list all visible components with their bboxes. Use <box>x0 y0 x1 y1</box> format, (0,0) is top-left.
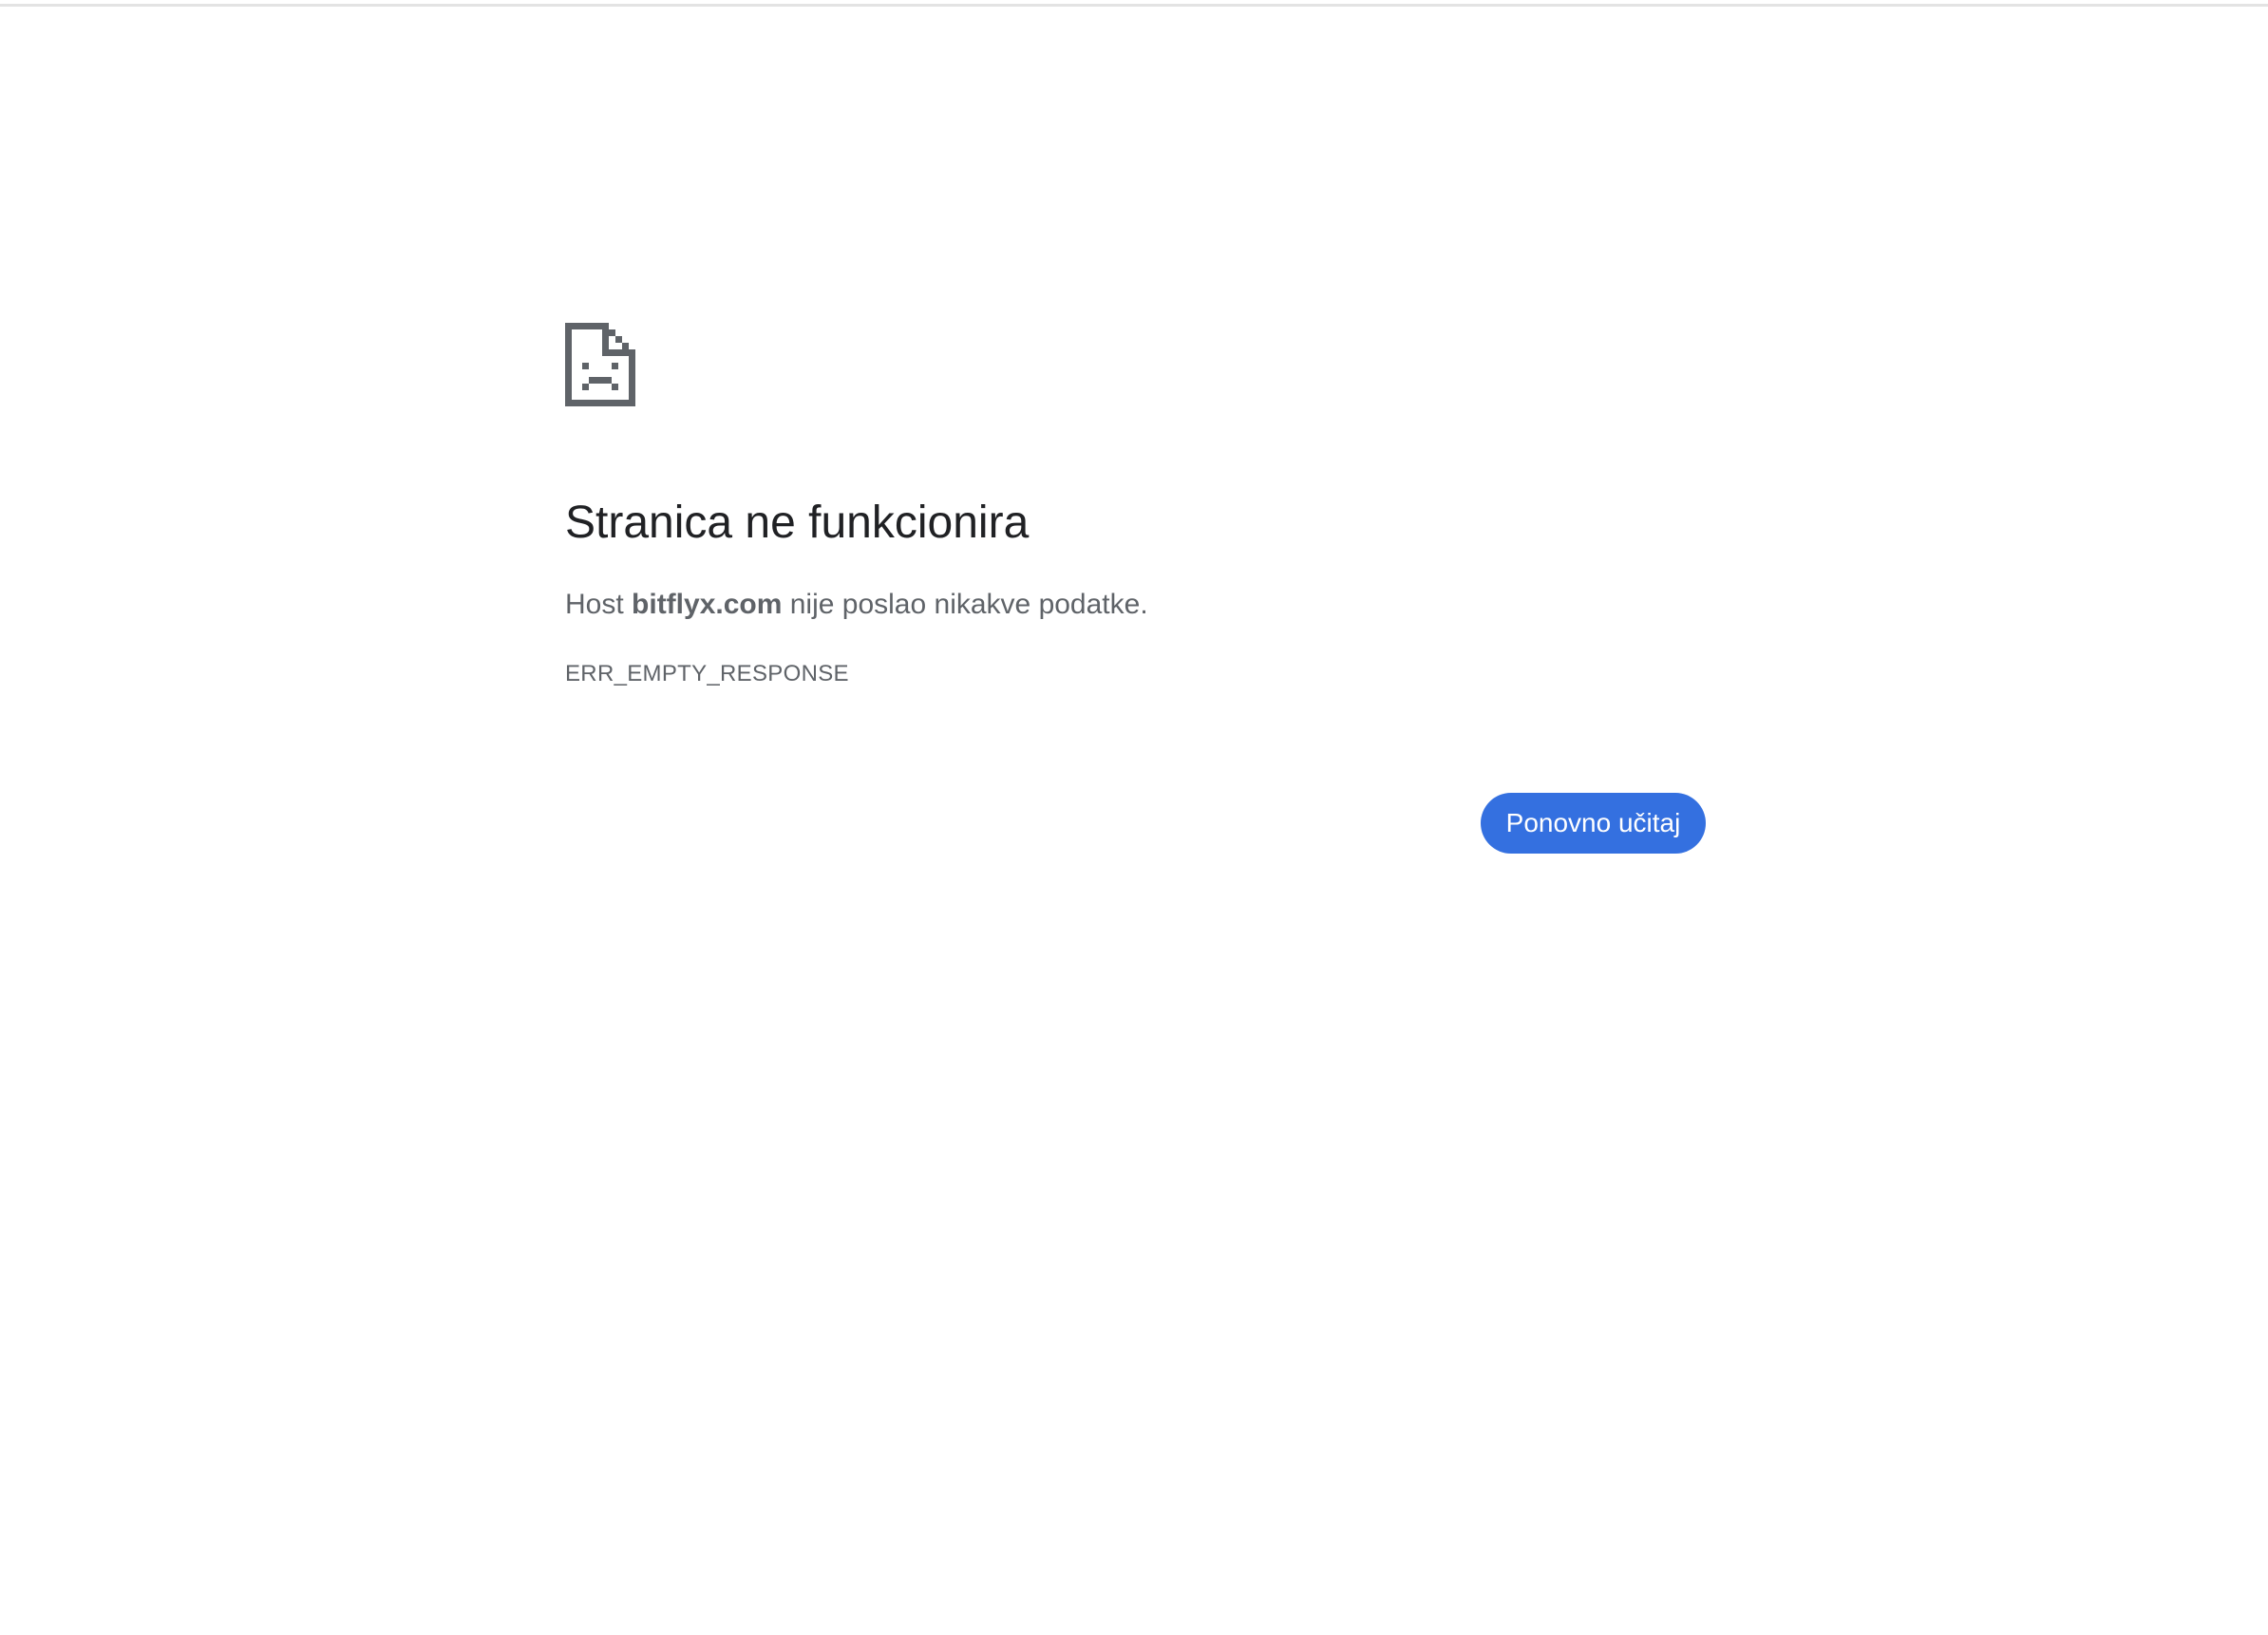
browser-top-border <box>0 0 2268 7</box>
reload-button[interactable]: Ponovno učitaj <box>1481 793 1706 854</box>
error-code: ERR_EMPTY_RESPONSE <box>565 661 849 686</box>
host-name: bitflyx.com <box>632 589 783 620</box>
main-message: Stranica ne funkcionira <box>565 489 1705 557</box>
sad-document-icon <box>565 323 635 406</box>
error-details: Host bitflyx.com nije poslao nikakve pod… <box>565 584 1148 626</box>
details-suffix: nije poslao nikakve podatke. <box>782 589 1148 620</box>
page-title: Stranica ne funkcionira <box>565 498 1030 548</box>
details-prefix: Host <box>565 589 633 620</box>
